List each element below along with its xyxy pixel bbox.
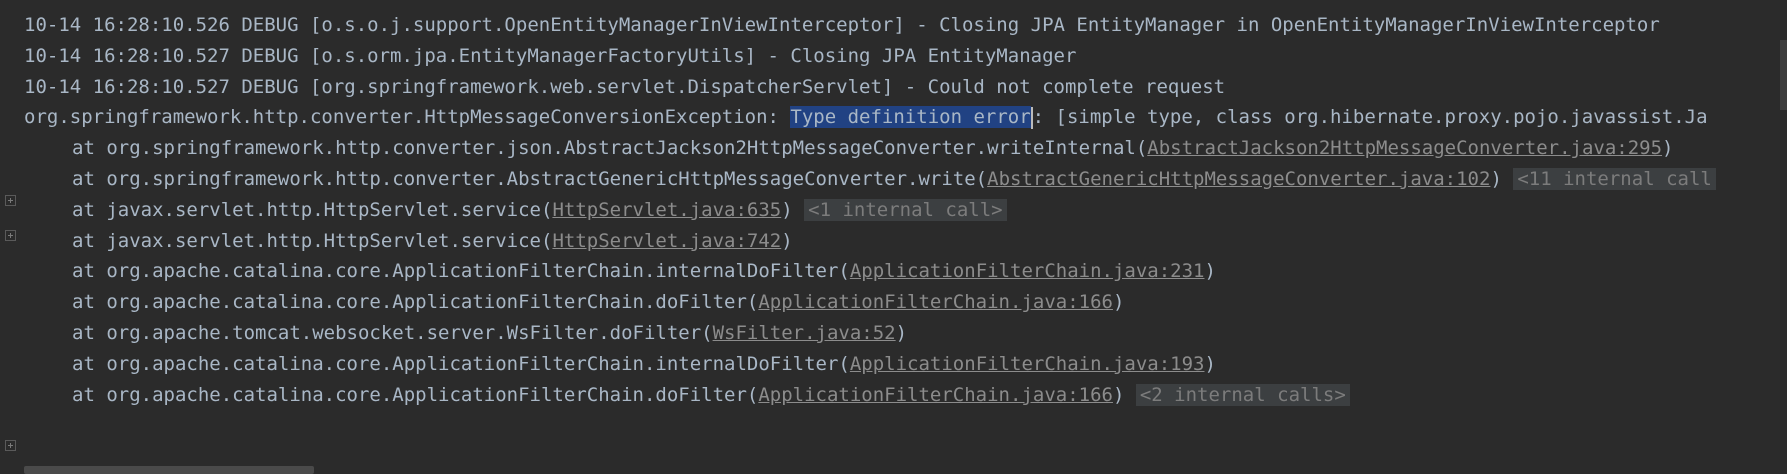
expand-icon[interactable] (5, 230, 16, 241)
frame-method: at org.springframework.http.converter.Ab… (72, 168, 988, 190)
frame-method: at org.apache.catalina.core.ApplicationF… (72, 352, 850, 375)
frame-method: at org.springframework.http.converter.js… (72, 137, 1148, 160)
source-link[interactable]: ApplicationFilterChain.java:193 (850, 353, 1205, 375)
internal-calls-badge[interactable]: <1 internal call> (804, 198, 1007, 221)
frame-paren: ) (1112, 383, 1125, 406)
log-text[interactable]: 10-14 16:28:10.526 DEBUG [o.s.o.j.suppor… (24, 14, 1660, 36)
exception-line: org.springframework.http.converter.HttpM… (24, 100, 1708, 135)
log-line: 10-14 16:28:10.526 DEBUG [o.s.o.j.suppor… (24, 8, 1660, 43)
stack-frame: at org.apache.catalina.core.ApplicationF… (24, 347, 1216, 382)
stack-frame: at org.springframework.http.converter.Ab… (24, 162, 1716, 197)
source-link[interactable]: HttpServlet.java:635 (552, 199, 781, 221)
frame-paren: ) (781, 229, 793, 252)
stack-frame: at org.springframework.http.converter.js… (24, 131, 1673, 166)
frame-paren: ) (1204, 352, 1216, 375)
frame-paren: ) (781, 198, 793, 221)
expand-icon[interactable] (5, 195, 16, 206)
gutter (0, 0, 24, 474)
log-text[interactable]: 10-14 16:28:10.527 DEBUG [org.springfram… (24, 76, 1225, 98)
source-link[interactable]: ApplicationFilterChain.java:166 (758, 291, 1113, 313)
stack-frame: at org.apache.catalina.core.ApplicationF… (24, 254, 1216, 289)
frame-paren: ) (895, 322, 908, 344)
frame-method: at javax.servlet.http.HttpServlet.servic… (72, 198, 553, 221)
console-lines: 10-14 16:28:10.526 DEBUG [o.s.o.j.suppor… (24, 0, 1787, 474)
frame-method: at org.apache.tomcat.websocket.server.Ws… (72, 322, 713, 344)
log-line: 10-14 16:28:10.527 DEBUG [org.springfram… (24, 70, 1225, 105)
frame-method: at org.apache.catalina.core.ApplicationF… (72, 291, 759, 314)
exception-text[interactable]: : [simple type, class org.hibernate.prox… (1033, 106, 1708, 128)
selected-text[interactable]: Type definition error (790, 106, 1031, 129)
stack-frame: at org.apache.catalina.core.ApplicationF… (24, 378, 1350, 413)
frame-paren: ) (1490, 168, 1502, 190)
frame-paren: ) (1662, 137, 1674, 160)
stack-frame: at javax.servlet.http.HttpServlet.servic… (24, 224, 793, 259)
source-link[interactable]: ApplicationFilterChain.java:231 (850, 260, 1205, 282)
source-link[interactable]: AbstractJackson2HttpMessageConverter.jav… (1147, 137, 1662, 159)
expand-icon[interactable] (5, 440, 16, 451)
log-text[interactable]: 10-14 16:28:10.527 DEBUG [o.s.orm.jpa.En… (24, 45, 1076, 67)
source-link[interactable]: WsFilter.java:52 (713, 322, 896, 344)
frame-paren: ) (1112, 291, 1125, 314)
frame-method: at org.apache.catalina.core.ApplicationF… (72, 383, 759, 406)
source-link[interactable]: AbstractGenericHttpMessageConverter.java… (987, 168, 1490, 190)
internal-calls-badge[interactable]: <2 internal calls> (1135, 383, 1350, 406)
vertical-scrollbar[interactable] (1780, 40, 1787, 110)
stack-frame: at javax.servlet.http.HttpServlet.servic… (24, 193, 1007, 228)
internal-calls-badge[interactable]: <11 internal call (1513, 168, 1716, 190)
horizontal-scrollbar[interactable] (24, 466, 314, 474)
source-link[interactable]: HttpServlet.java:742 (552, 230, 781, 252)
log-line: 10-14 16:28:10.527 DEBUG [o.s.orm.jpa.En… (24, 39, 1076, 74)
stack-frame: at org.apache.catalina.core.ApplicationF… (24, 285, 1124, 320)
frame-paren: ) (1204, 260, 1216, 283)
stack-frame: at org.apache.tomcat.websocket.server.Ws… (24, 316, 907, 351)
source-link[interactable]: ApplicationFilterChain.java:166 (758, 384, 1113, 406)
console-output: 10-14 16:28:10.526 DEBUG [o.s.o.j.suppor… (0, 0, 1787, 474)
frame-method: at org.apache.catalina.core.ApplicationF… (72, 260, 850, 283)
frame-method: at javax.servlet.http.HttpServlet.servic… (72, 229, 553, 252)
exception-text[interactable]: org.springframework.http.converter.HttpM… (24, 106, 790, 128)
